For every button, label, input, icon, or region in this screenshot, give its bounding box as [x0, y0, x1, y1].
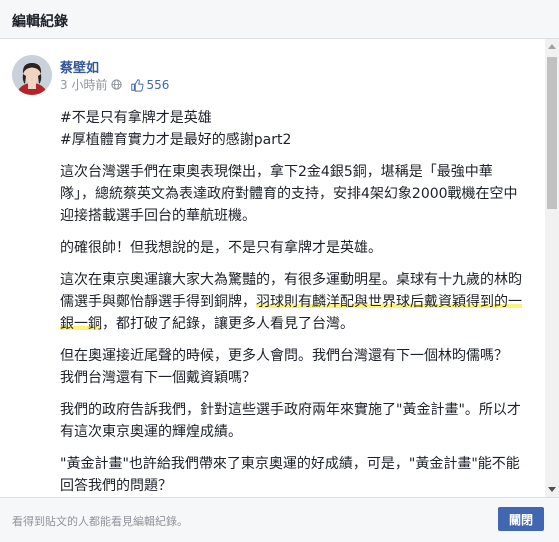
dialog-footer: 看得到貼文的人都能看見編輯紀錄。 關閉: [0, 497, 559, 542]
scroll-down-arrow-icon[interactable]: [548, 487, 556, 492]
dialog-header: 編輯紀錄: [0, 0, 559, 39]
post-paragraph: 這次台灣選手們在東奧表現傑出，拿下2金4銀5銅，堪稱是「最強中華隊」，總統蔡英文…: [60, 164, 518, 224]
post-paragraph: "黃金計畫"也許給我們帶來了東京奧運的好成績，可是，"黃金計畫"能不能回答我們的…: [60, 456, 520, 494]
post-hashtags: #不是只有拿牌才是英雄 #厚植體育實力才是最好的感謝part2: [60, 107, 526, 151]
footer-note: 看得到貼文的人都能看見編輯紀錄。: [12, 515, 188, 528]
hashtag[interactable]: #不是只有拿牌才是英雄: [60, 110, 212, 126]
scrollbar[interactable]: [545, 39, 559, 497]
post-paragraph: 但在奧運接近尾聲的時候，更多人會問。我們台灣還有下一個林昀儒嗎？ 我們台灣還有下…: [60, 345, 526, 389]
scroll-up-arrow-icon[interactable]: [548, 44, 556, 49]
post-body: #不是只有拿牌才是英雄 #厚植體育實力才是最好的感謝part2 這次台灣選手們在…: [60, 107, 526, 497]
paragraph-line: 但在奧運接近尾聲的時候，更多人會問。我們台灣還有下一個林昀儒嗎？: [60, 348, 508, 364]
scrollbar-thumb[interactable]: [547, 57, 557, 209]
paragraph-line: 我們台灣還有下一個戴資穎嗎？: [60, 370, 256, 386]
hashtag[interactable]: #厚植體育實力才是最好的感謝part2: [60, 132, 291, 148]
author-name[interactable]: 蔡壁如: [60, 57, 99, 76]
like-count-value: 556: [146, 77, 170, 92]
avatar-photo: [12, 55, 52, 95]
post-paragraph: 這次在東京奧運讓大家大為驚豔的，有很多運動明星。桌球有十九歲的林昀儒選手與鄭怡靜…: [60, 269, 526, 335]
post-paragraph: 的確很帥！但我想說的是，不是只有拿牌才是英雄。: [60, 240, 382, 256]
edit-history-dialog: 編輯紀錄 蔡壁如 3 小時前 556 #不是只有拿牌才是英雄 #厚植體育實力才是…: [0, 0, 559, 542]
dialog-title: 編輯紀錄: [12, 14, 68, 30]
post-timestamp[interactable]: 3 小時前: [60, 76, 107, 93]
like-count[interactable]: 556: [130, 78, 169, 92]
thumbs-up-icon: [131, 78, 144, 92]
post-paragraph: 我們的政府告訴我們，針對這些選手政府兩年來實施了"黃金計畫"。所以才有這次東京奧…: [60, 402, 521, 440]
post-meta: 3 小時前 556: [60, 76, 169, 93]
close-button[interactable]: 關閉: [498, 507, 544, 531]
paragraph-text: ，都打破了紀錄，讓更多人看見了台灣。: [102, 316, 354, 332]
globe-icon: [111, 79, 123, 90]
avatar[interactable]: [12, 55, 52, 95]
post-scroll-area[interactable]: 蔡壁如 3 小時前 556 #不是只有拿牌才是英雄 #厚植體育實力才是最好的感謝…: [0, 39, 545, 497]
